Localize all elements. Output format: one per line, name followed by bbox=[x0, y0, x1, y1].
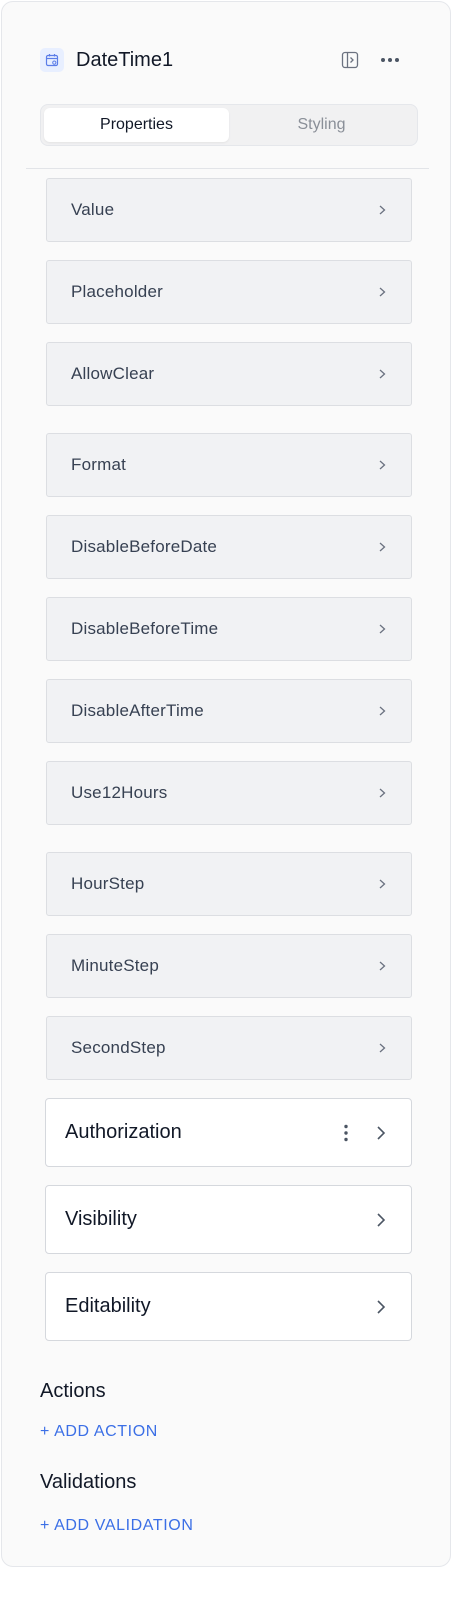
tab-properties[interactable]: Properties bbox=[44, 108, 229, 142]
component-title: DateTime1 bbox=[76, 49, 174, 71]
properties-panel: DateTime1 Properties Styling Value Place… bbox=[1, 1, 451, 1567]
chevron-right-icon bbox=[379, 460, 386, 470]
property-row-placeholder[interactable]: Placeholder bbox=[46, 260, 412, 324]
more-vertical-icon[interactable] bbox=[337, 1121, 355, 1145]
actions-title: Actions bbox=[40, 1380, 106, 1402]
chevron-right-icon bbox=[377, 1126, 386, 1140]
property-label: Use12Hours bbox=[71, 783, 168, 802]
property-row-disablebeforedate[interactable]: DisableBeforeDate bbox=[46, 515, 412, 579]
property-label: Value bbox=[71, 200, 115, 219]
add-validation-button[interactable]: + ADD VALIDATION bbox=[40, 1517, 194, 1535]
property-label: MinuteStep bbox=[71, 956, 159, 975]
chevron-right-icon bbox=[377, 1213, 386, 1227]
chevron-right-icon bbox=[379, 624, 386, 634]
chevron-right-icon bbox=[379, 287, 386, 297]
property-row-use12hours[interactable]: Use12Hours bbox=[46, 761, 412, 825]
property-row-disableaftertime[interactable]: DisableAfterTime bbox=[46, 679, 412, 743]
add-action-button[interactable]: + ADD ACTION bbox=[40, 1423, 158, 1441]
property-row-secondstep[interactable]: SecondStep bbox=[46, 1016, 412, 1080]
sidebar-toggle-icon bbox=[341, 51, 359, 69]
panel-toggle-button[interactable] bbox=[335, 45, 365, 75]
property-label: SecondStep bbox=[71, 1038, 166, 1057]
tab-styling[interactable]: Styling bbox=[229, 108, 414, 142]
property-row-disablebeforetime[interactable]: DisableBeforeTime bbox=[46, 597, 412, 661]
property-label: Format bbox=[71, 455, 127, 474]
more-horizontal-icon bbox=[381, 58, 399, 62]
chevron-right-icon bbox=[377, 1300, 386, 1314]
chevron-right-icon bbox=[379, 788, 386, 798]
property-label: AllowClear bbox=[71, 364, 155, 383]
section-label: Authorization bbox=[65, 1121, 182, 1143]
section-authorization[interactable]: Authorization bbox=[45, 1098, 412, 1167]
chevron-right-icon bbox=[379, 542, 386, 552]
chevron-right-icon bbox=[379, 706, 386, 716]
property-label: DisableAfterTime bbox=[71, 701, 204, 720]
section-label: Editability bbox=[65, 1295, 151, 1317]
section-editability[interactable]: Editability bbox=[45, 1272, 412, 1341]
calendar-icon bbox=[40, 48, 64, 72]
tab-bar: Properties Styling bbox=[40, 104, 418, 146]
chevron-right-icon bbox=[379, 369, 386, 379]
chevron-right-icon bbox=[379, 205, 386, 215]
section-label: Visibility bbox=[65, 1208, 137, 1230]
property-row-allowclear[interactable]: AllowClear bbox=[46, 342, 412, 406]
chevron-right-icon bbox=[379, 879, 386, 889]
property-row-minutestep[interactable]: MinuteStep bbox=[46, 934, 412, 998]
panel-header: DateTime1 bbox=[40, 45, 410, 75]
property-row-hourstep[interactable]: HourStep bbox=[46, 852, 412, 916]
chevron-right-icon bbox=[379, 1043, 386, 1053]
property-label: HourStep bbox=[71, 874, 145, 893]
property-label: DisableBeforeTime bbox=[71, 619, 219, 638]
property-label: Placeholder bbox=[71, 282, 163, 301]
property-row-value[interactable]: Value bbox=[46, 178, 412, 242]
header-divider bbox=[26, 168, 429, 169]
property-row-format[interactable]: Format bbox=[46, 433, 412, 497]
section-visibility[interactable]: Visibility bbox=[45, 1185, 412, 1254]
validations-title: Validations bbox=[40, 1471, 137, 1493]
more-options-button[interactable] bbox=[375, 45, 405, 75]
property-label: DisableBeforeDate bbox=[71, 537, 218, 556]
chevron-right-icon bbox=[379, 961, 386, 971]
